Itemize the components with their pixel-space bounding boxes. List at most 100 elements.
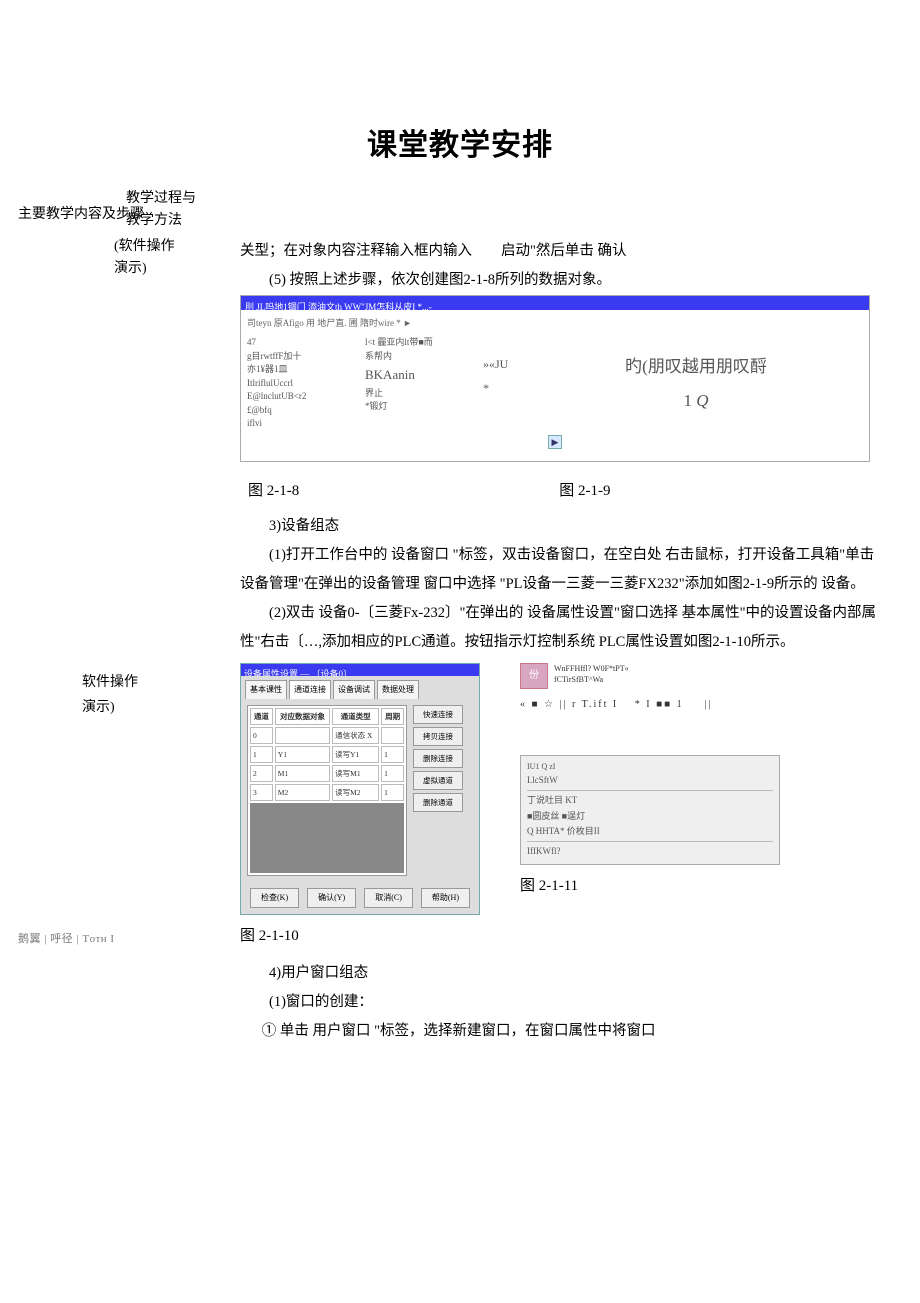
cell: 1 xyxy=(381,784,404,801)
fig218-col2: l<t 霾亚内lt带■而 系帮内 BKAanin 界止 *锻灯 xyxy=(365,336,465,431)
fig2110-table: 通道 对应数据对象 通道类型 周期 0 通信状态 X 1 xyxy=(247,705,407,876)
fig218-c1-3: ItlriflulUccrl xyxy=(247,377,347,391)
figure-2-1-8: 刖 JL吗地1锢门 添油文th WW"JM怎科从皮I *...- 司teyn 原… xyxy=(240,295,870,462)
section3-heading: 3)设备组态 xyxy=(240,512,880,541)
fig2111-box-3a: ■圆皮丝 ■逞灯 xyxy=(527,809,585,824)
fig2110-btn-0[interactable]: 快速连接 xyxy=(413,705,463,724)
cell: M2 xyxy=(275,784,330,801)
section4-heading: 4)用户窗口组态 xyxy=(240,959,880,988)
fig218-col3: »«JU * xyxy=(483,336,543,431)
para-intro: 关型；在对象内容注释输入框内输入 启动"然后单击 确认 xyxy=(240,237,880,266)
caption-2-1-11: 图 2-1-11 xyxy=(520,871,840,901)
fig2110-tabs: 基本课性 通道连接 设备调试 数据处理 xyxy=(241,676,479,699)
cell: 1 xyxy=(381,746,404,763)
fig2111-meta-2: fCTirSfBT^Wa xyxy=(554,674,629,685)
fig2111-box-5: IfIKWfl? xyxy=(527,844,773,859)
method-label-line1: 教学过程与 xyxy=(126,188,196,210)
fig2110-btn-3[interactable]: 虚拟通道 xyxy=(413,771,463,790)
cell: 读写Y1 xyxy=(332,746,379,763)
fig218-c1-1: g目rwtffF加十 xyxy=(247,350,347,364)
table-row: 2 M1 读写M1 1 xyxy=(250,765,404,782)
fig2110-th-2: 通道类型 xyxy=(332,708,379,725)
fig218-c4-l2a: 1 xyxy=(683,391,696,410)
section4-para1: (1)窗口的创建： xyxy=(240,988,880,1017)
fig218-c2-1: 系帮内 xyxy=(365,350,465,364)
software-demo-line1: 软件操作 xyxy=(82,670,138,695)
fig218-c3-1: * xyxy=(483,376,543,400)
fig2111-chip: 份 xyxy=(520,663,548,689)
fig2110-foot-1[interactable]: 确认(Y) xyxy=(307,888,356,908)
fig218-col4: 旳(朋叹越用朋叹酹 1 Q xyxy=(561,336,831,431)
fig218-c1-2: 亦1¥器1皿 xyxy=(247,363,347,377)
fig2110-foot-0[interactable]: 检查(K) xyxy=(250,888,299,908)
fig2110-th-3: 周期 xyxy=(381,708,404,725)
fig218-c4-l2b: Q xyxy=(696,391,708,410)
fig2110-titlebar: 设备属性设置 — 〔设备0〕 xyxy=(241,664,479,676)
method-label-line2: 教学方法 xyxy=(126,210,196,232)
software-demo-label: 软件操作 演示) xyxy=(82,670,138,720)
fig2110-footer: 检查(K) 确认(Y) 取消(C) 帮助(H) xyxy=(241,882,479,914)
fig2111-box-0: IU1 Q zI xyxy=(527,760,773,774)
fig218-c2-2: BKAanin xyxy=(365,365,465,385)
fig2110-tab-0[interactable]: 基本课性 xyxy=(245,680,287,699)
fig2110-side-buttons: 快速连接 拷贝连接 删除连接 虚拟通道 删除通道 xyxy=(413,705,463,876)
cell: 1 xyxy=(250,746,273,763)
page-title: 课堂教学安排 xyxy=(0,0,920,204)
fig2110-foot-3[interactable]: 帮助(H) xyxy=(421,888,470,908)
cell: 1 xyxy=(381,765,404,782)
fig2111-box-4: Q HHTA* 价枚目II xyxy=(527,824,600,839)
software-note-2: 演示) xyxy=(114,258,175,280)
section3-para2: (2)双击 设备0-〔三菱Fx-232〕"在弹出的 设备属性设置"窗口选择 基本… xyxy=(240,599,880,657)
cell: Y1 xyxy=(275,746,330,763)
table-row: 3 M2 读写M2 1 xyxy=(250,784,404,801)
para-step5: (5) 按照上述步骤，依次创建图2-1-8所列的数据对象。 xyxy=(240,266,880,295)
footer-garbled-note: 鹅翼 | 呼径 | Tотн I xyxy=(18,930,115,946)
cell: 通信状态 X xyxy=(332,727,379,744)
fig2111-box: IU1 Q zI I.lcSftW 丁说吐目 KT ■圆皮丝 ■逞灯 Q HHT… xyxy=(520,755,780,865)
figure-2-1-11: 份 WnFFHffl? W0F*tPT« fCTirSfBT^Wa « ■ ☆ … xyxy=(520,663,840,865)
cell xyxy=(275,727,330,744)
section3-para1: (1)打开工作台中的 设备窗口 "标签，双击设备窗口，在空白处 右击鼠标，打开设… xyxy=(240,541,880,599)
fig218-c1-5: £@bfq xyxy=(247,404,347,418)
fig218-col1: 47 g目rwtffF加十 亦1¥器1皿 ItlriflulUccrl E@ln… xyxy=(247,336,347,431)
fig2110-btn-4[interactable]: 删除通道 xyxy=(413,793,463,812)
fig218-c1-6: iflvi xyxy=(247,417,347,431)
cell: 0 xyxy=(250,727,273,744)
fig218-titlebar: 刖 JL吗地1锢门 添油文th WW"JM怎科从皮I *...- xyxy=(241,296,869,310)
fig2110-tab-3[interactable]: 数据处理 xyxy=(377,680,419,699)
fig218-c4-l1: 旳(朋叹越用朋叹酹 xyxy=(561,350,831,384)
cell: 3 xyxy=(250,784,273,801)
fig2111-toolbar-line: « ■ ☆ || r T.ift I * I ■■ 1 || xyxy=(520,695,840,715)
figure-2-1-10: 设备属性设置 — 〔设备0〕 基本课性 通道连接 设备调试 数据处理 通道 对应… xyxy=(240,663,480,915)
fig2110-th-1: 对应数据对象 xyxy=(275,708,330,725)
software-note-1: (软件操作 xyxy=(114,236,175,258)
cell: M1 xyxy=(275,765,330,782)
cell: 2 xyxy=(250,765,273,782)
caption-2-1-9: 图 2-1-9 xyxy=(559,476,610,506)
caption-2-1-8: 图 2-1-8 xyxy=(248,476,299,506)
software-demo-line2: 演示) xyxy=(82,695,138,720)
fig2110-th-0: 通道 xyxy=(250,708,273,725)
table-row: 0 通信状态 X xyxy=(250,727,404,744)
fig2110-tab-1[interactable]: 通道连接 xyxy=(289,680,331,699)
fig218-c2-3: 界止 xyxy=(365,387,465,401)
play-arrow-icon: ▶ xyxy=(548,435,562,449)
caption-2-1-10: 图 2-1-10 xyxy=(240,921,480,951)
fig2110-btn-2[interactable]: 删除连接 xyxy=(413,749,463,768)
method-label-block: 教学过程与 教学方法 xyxy=(126,188,196,233)
fig2111-box-1: I.lcSftW xyxy=(527,773,773,788)
fig218-c3-0: »«JU xyxy=(483,352,543,376)
cell xyxy=(381,727,404,744)
cell: 读写M1 xyxy=(332,765,379,782)
fig2110-btn-1[interactable]: 拷贝连接 xyxy=(413,727,463,746)
fig218-c1-0: 47 xyxy=(247,336,347,350)
fig218-c2-0: l<t 霾亚内lt带■而 xyxy=(365,336,465,350)
table-row: 1 Y1 读写Y1 1 xyxy=(250,746,404,763)
fig2110-foot-2[interactable]: 取消(C) xyxy=(364,888,413,908)
main-column: 关型；在对象内容注释输入框内输入 启动"然后单击 确认 (5) 按照上述步骤，依… xyxy=(240,237,880,1046)
fig2110-tab-2[interactable]: 设备调试 xyxy=(333,680,375,699)
section4-para2: ① 单击 用户窗口 "标签，选择新建窗口，在窗口属性中将窗口 xyxy=(240,1017,880,1046)
cell: 读写M2 xyxy=(332,784,379,801)
fig218-c2-4: *锻灯 xyxy=(365,400,465,414)
fig218-c1-4: E@lnclutUB<r2 xyxy=(247,390,347,404)
